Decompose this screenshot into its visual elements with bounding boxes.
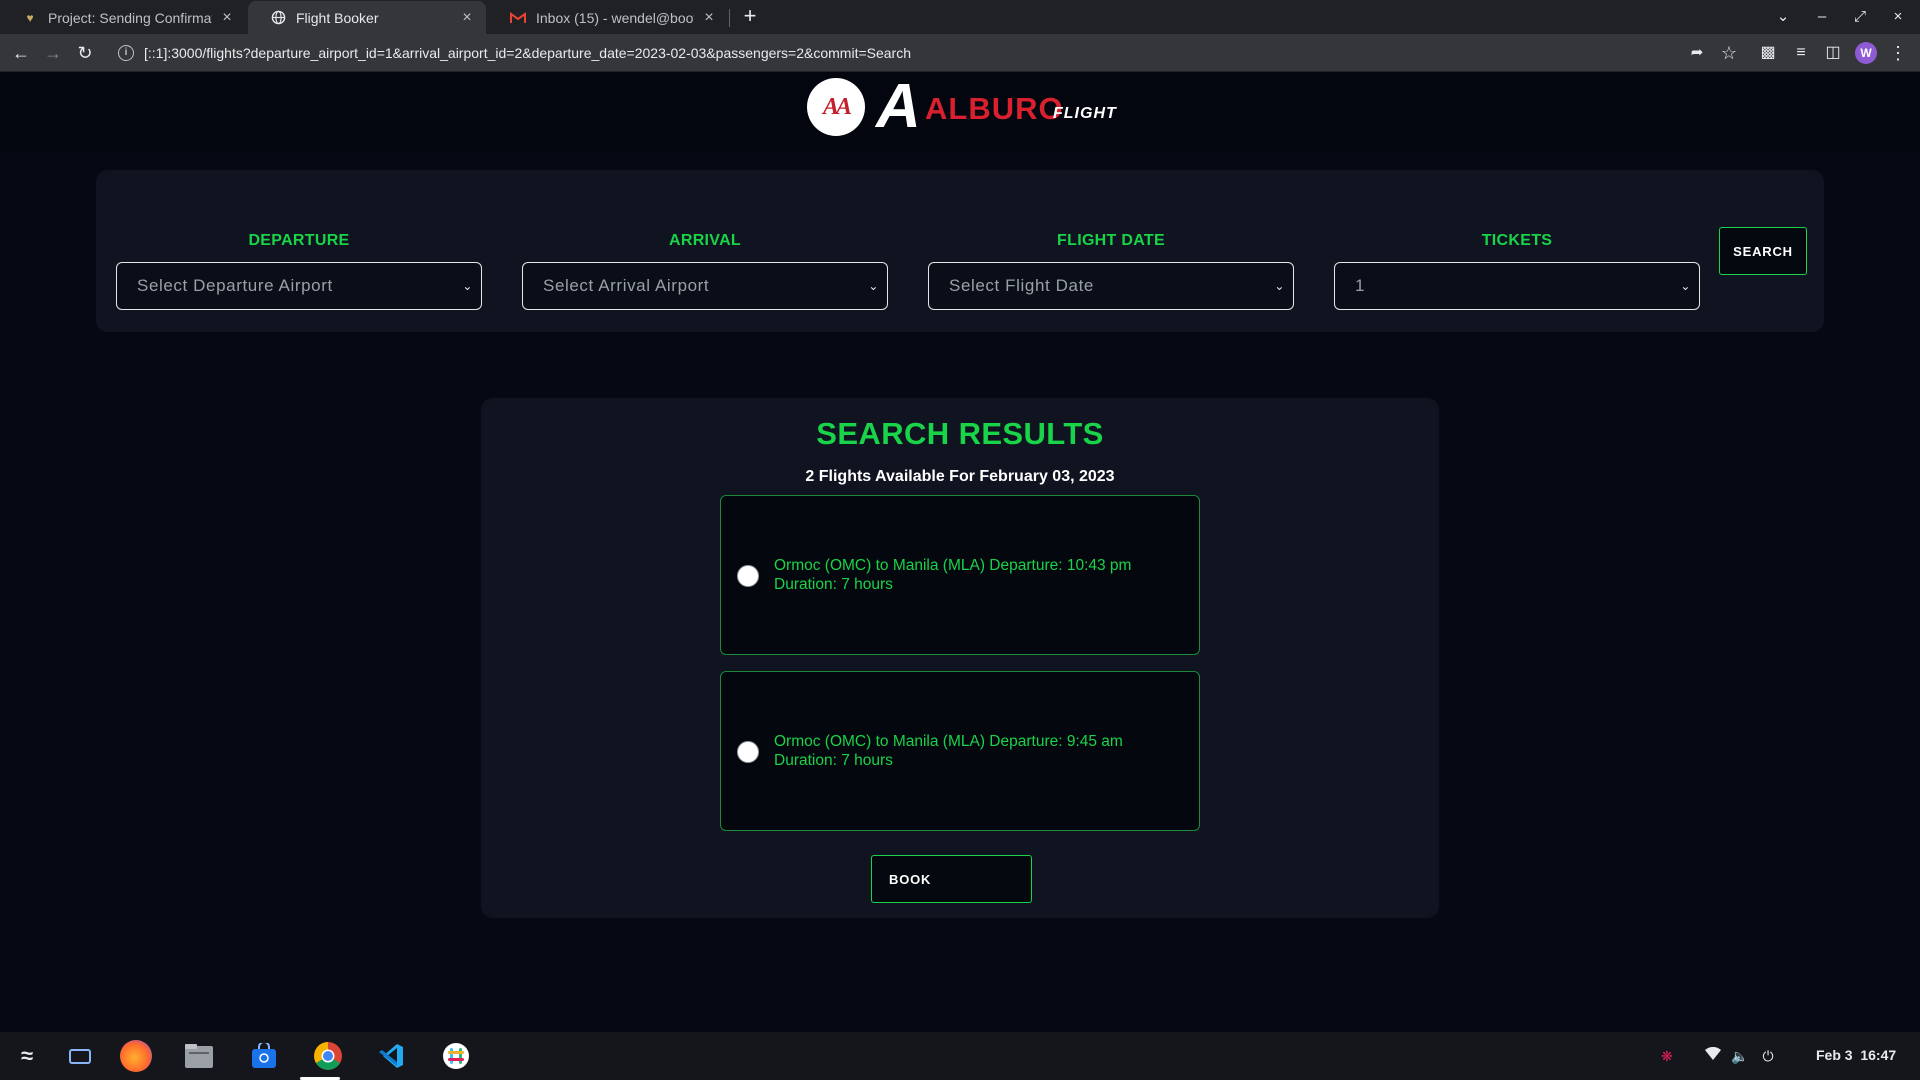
browser-toolbar: ← → ↻ i [::1]:3000/flights?departure_air…	[0, 34, 1920, 72]
chevron-down-icon: ⌄	[868, 279, 879, 293]
forward-icon[interactable]: →	[41, 41, 65, 65]
extensions-icon[interactable]: ▩	[1756, 41, 1780, 65]
flight-option-card[interactable]: Ormoc (OMC) to Manila (MLA) Departure: 9…	[720, 671, 1200, 831]
tickets-field: TICKETS 1 ⌄	[1334, 232, 1700, 310]
book-button[interactable]: BOOK	[871, 855, 1032, 903]
tab-title: Flight Booker	[296, 9, 379, 26]
flight-option-card[interactable]: Ormoc (OMC) to Manila (MLA) Departure: 1…	[720, 495, 1200, 655]
chevron-down-icon: ⌄	[462, 279, 473, 293]
site-header: AA A ALBURO FLIGHT	[0, 72, 1920, 152]
arrival-select[interactable]: Select Arrival Airport ⌄	[522, 262, 888, 310]
slack-tray-icon[interactable]: ❋	[1657, 1046, 1677, 1066]
departure-label: DEPARTURE	[248, 232, 350, 249]
logo-badge-text: AA	[822, 93, 852, 120]
flight-route-departure: Ormoc (OMC) to Manila (MLA) Departure: 1…	[774, 557, 1132, 574]
volume-icon[interactable]: 🔈	[1730, 1046, 1750, 1066]
profile-avatar[interactable]: W	[1855, 42, 1877, 64]
flight-radio-button[interactable]	[737, 565, 759, 587]
tab-title: Inbox (15) - wendel@bootya	[536, 9, 694, 26]
power-icon[interactable]: ⏻	[1758, 1046, 1778, 1066]
flight-details: Ormoc (OMC) to Manila (MLA) Departure: 1…	[774, 556, 1174, 594]
slack-icon[interactable]	[440, 1040, 472, 1072]
close-icon[interactable]: ×	[700, 9, 718, 27]
tickets-label: TICKETS	[1481, 232, 1553, 249]
flight-route-departure: Ormoc (OMC) to Manila (MLA) Departure: 9…	[774, 733, 1123, 750]
results-subtitle: 2 Flights Available For February 03, 202…	[805, 468, 1115, 485]
reload-icon[interactable]: ↻	[73, 41, 97, 65]
tickets-select[interactable]: 1 ⌄	[1334, 262, 1700, 310]
bookmark-star-icon[interactable]: ☆	[1717, 41, 1741, 65]
vscode-icon[interactable]	[375, 1040, 407, 1072]
zorin-menu-icon[interactable]: ≈	[11, 1040, 43, 1072]
tab-title: Project: Sending Confirmati	[48, 9, 212, 26]
search-button[interactable]: SEARCH	[1719, 227, 1807, 275]
brand-subtitle: FLIGHT	[1053, 105, 1117, 122]
search-results-panel: SEARCH RESULTS 2 Flights Available For F…	[481, 398, 1439, 918]
chrome-icon[interactable]	[312, 1040, 344, 1072]
flight-date-select[interactable]: Select Flight Date ⌄	[928, 262, 1294, 310]
minimize-icon[interactable]: –	[1811, 6, 1833, 28]
flight-details: Ormoc (OMC) to Manila (MLA) Departure: 9…	[774, 732, 1174, 770]
os-taskbar: ≈ ❋ 🔈 ⏻ Feb 3 16:47	[0, 1032, 1920, 1080]
flight-date-label: FLIGHT DATE	[1057, 232, 1165, 249]
side-panel-icon[interactable]: ◫	[1821, 41, 1845, 65]
results-title: SEARCH RESULTS	[816, 416, 1104, 451]
tab-flight-booker[interactable]: Flight Booker ×	[248, 1, 486, 34]
tab-gmail-inbox[interactable]: Inbox (15) - wendel@bootya ×	[488, 1, 728, 34]
back-icon[interactable]: ←	[9, 41, 33, 65]
new-tab-button[interactable]: +	[738, 5, 762, 29]
software-store-icon[interactable]	[248, 1040, 280, 1072]
chevron-down-icon: ⌄	[1274, 279, 1285, 293]
brand-name: ALBURO	[925, 91, 1064, 126]
departure-field: DEPARTURE Select Departure Airport ⌄	[116, 232, 482, 310]
files-icon[interactable]	[183, 1040, 215, 1072]
flight-duration: Duration: 7 hours	[774, 752, 893, 769]
odin-icon: ♥	[26, 10, 34, 25]
flight-search-form: DEPARTURE Select Departure Airport ⌄ ARR…	[96, 170, 1824, 332]
flight-duration: Duration: 7 hours	[774, 576, 893, 593]
departure-select[interactable]: Select Departure Airport ⌄	[116, 262, 482, 310]
clock[interactable]: Feb 3 16:47	[1816, 1047, 1896, 1063]
wifi-icon[interactable]	[1703, 1046, 1723, 1066]
address-bar[interactable]: i [::1]:3000/flights?departure_airport_i…	[108, 37, 1802, 69]
flight-date-select-value: Select Flight Date	[949, 276, 1094, 295]
close-icon[interactable]: ×	[458, 9, 476, 27]
date-text: Feb 3	[1816, 1047, 1853, 1063]
url-text: [::1]:3000/flights?departure_airport_id=…	[144, 45, 911, 61]
arrival-field: ARRIVAL Select Arrival Airport ⌄	[522, 232, 888, 310]
flight-date-field: FLIGHT DATE Select Flight Date ⌄	[928, 232, 1294, 310]
close-window-icon[interactable]: ×	[1887, 6, 1909, 28]
logo-badge[interactable]: AA	[807, 78, 865, 136]
globe-icon	[270, 10, 286, 26]
reading-list-icon[interactable]: ≡	[1789, 41, 1813, 65]
tab-separator	[729, 9, 730, 27]
time-text: 16:47	[1860, 1047, 1897, 1063]
tab-search-icon[interactable]: ⌄	[1772, 6, 1794, 28]
tab-odin-project[interactable]: ♥ Project: Sending Confirmati ×	[0, 1, 246, 34]
workspaces-icon[interactable]	[64, 1040, 96, 1072]
tickets-select-value: 1	[1355, 276, 1366, 295]
flight-radio-button[interactable]	[737, 741, 759, 763]
chevron-down-icon: ⌄	[1680, 279, 1691, 293]
departure-select-value: Select Departure Airport	[137, 276, 333, 295]
menu-kebab-icon[interactable]: ⋮	[1886, 41, 1910, 65]
close-icon[interactable]: ×	[218, 9, 236, 27]
brand-letter: A	[876, 72, 921, 141]
arrival-label: ARRIVAL	[668, 232, 742, 249]
restore-icon[interactable]: ⤢	[1849, 6, 1871, 28]
browser-tab-strip: ♥ Project: Sending Confirmati × Flight B…	[0, 0, 1920, 34]
share-icon[interactable]: ➦	[1685, 41, 1709, 65]
firefox-icon[interactable]	[120, 1040, 152, 1072]
gmail-icon	[510, 10, 526, 26]
info-icon[interactable]: i	[118, 45, 134, 61]
arrival-select-value: Select Arrival Airport	[543, 276, 710, 295]
